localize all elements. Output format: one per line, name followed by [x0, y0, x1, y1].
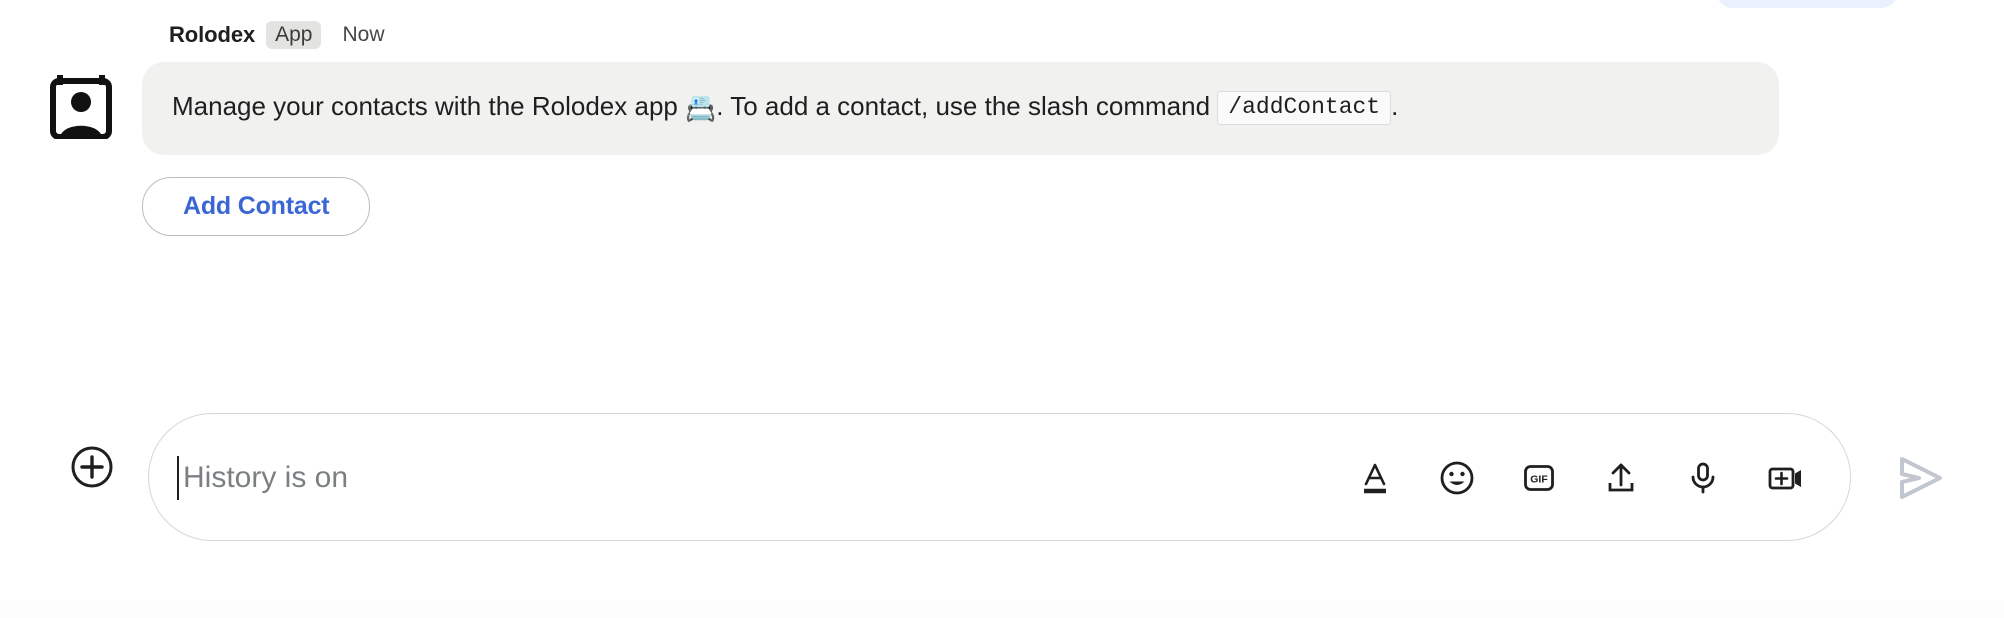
emoji-icon[interactable]	[1434, 455, 1480, 501]
message-text-part2: . To add a contact, use the slash comman…	[716, 91, 1218, 121]
message-header: Rolodex App Now	[142, 18, 1802, 52]
composer-tool-row: GIF	[1352, 414, 1808, 542]
composer-input-shell[interactable]: History is on GIF	[148, 413, 1851, 541]
card-index-emoji: 📇	[685, 95, 717, 123]
add-contact-button[interactable]: Add Contact	[142, 177, 371, 236]
send-icon[interactable]	[1895, 454, 1947, 502]
slash-command-code: /addContact	[1217, 91, 1392, 125]
format-text-icon[interactable]	[1352, 455, 1398, 501]
top-cutoff-chip	[1716, 0, 1898, 8]
avatar	[48, 73, 114, 140]
video-add-icon[interactable]	[1762, 455, 1808, 501]
message-timestamp: Now	[342, 23, 385, 46]
message-text-part3: .	[1391, 91, 1399, 121]
message-text-part1: Manage your contacts with the Rolodex ap…	[172, 91, 686, 121]
message-column: Rolodex App Now Manage your contacts wit…	[142, 18, 1802, 236]
sender-name: Rolodex	[169, 22, 256, 47]
composer: History is on GIF	[0, 413, 2004, 541]
message-bubble: Manage your contacts with the Rolodex ap…	[142, 62, 1779, 155]
microphone-icon[interactable]	[1680, 455, 1726, 501]
upload-icon[interactable]	[1598, 455, 1644, 501]
app-badge: App	[266, 21, 322, 49]
bottom-band	[0, 600, 2004, 618]
gif-icon[interactable]: GIF	[1516, 455, 1562, 501]
contact-card-icon	[50, 75, 112, 140]
composer-input[interactable]	[149, 414, 1329, 540]
plus-circle-icon[interactable]	[70, 445, 114, 489]
gif-label: GIF	[1530, 474, 1548, 486]
